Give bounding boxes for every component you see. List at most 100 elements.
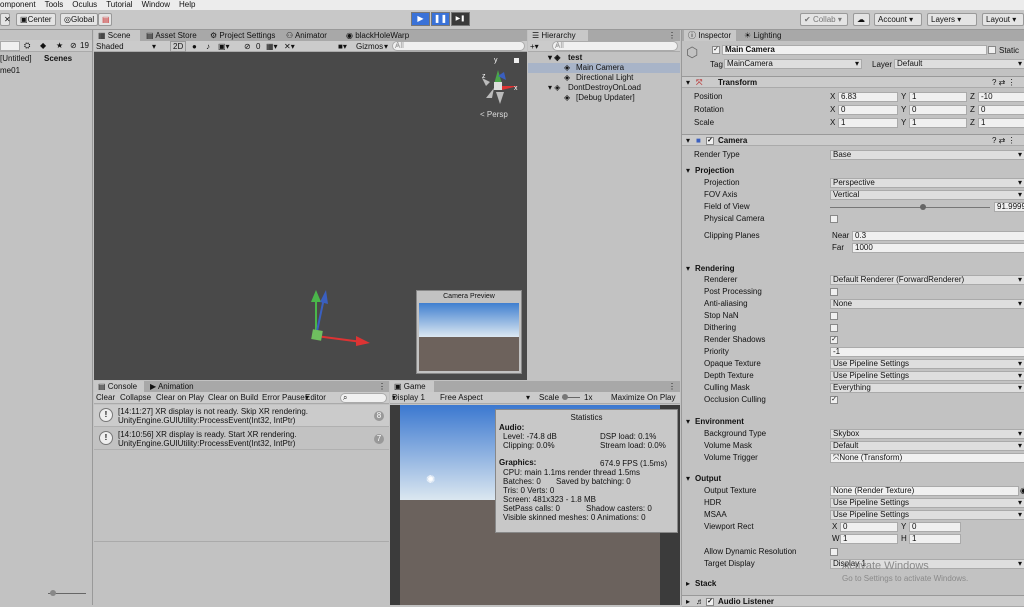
list-item[interactable]: ◈ Main Camera bbox=[528, 63, 680, 73]
camera-enabled-checkbox[interactable]: ✓ bbox=[706, 137, 714, 145]
fov-field[interactable]: 91.9999 bbox=[994, 202, 1024, 212]
audio-listener-header[interactable]: ▸ ♬ ✓ Audio Listener bbox=[682, 595, 1024, 607]
tab-lighting[interactable]: ☀ Lighting bbox=[740, 30, 785, 41]
position-z[interactable]: -10 bbox=[978, 92, 1024, 102]
gizmos-arrow[interactable]: ▾ bbox=[384, 41, 388, 52]
tab-console[interactable]: ▤ Console bbox=[94, 381, 144, 392]
shading-dropdown[interactable]: Shaded bbox=[96, 41, 124, 52]
create-icon[interactable]: ⛭ bbox=[24, 40, 30, 51]
hidden-objects-icon[interactable]: ⊘ bbox=[244, 41, 251, 52]
post-processing-checkbox[interactable] bbox=[830, 288, 838, 296]
game-view[interactable]: ✺ Statistics Audio: Level: -74.8 dB Clip… bbox=[390, 405, 680, 605]
untitled-label[interactable]: [Untitled] bbox=[0, 53, 32, 65]
priority-field[interactable]: -1 bbox=[830, 347, 1024, 357]
aspect-arrow[interactable]: ▾ bbox=[526, 392, 530, 403]
label-icon[interactable]: ◆ bbox=[40, 40, 46, 51]
transform-header[interactable]: ▾ ⤧ Transform? ⇄ ⋮ bbox=[682, 76, 1024, 88]
scale-slider-thumb[interactable] bbox=[562, 394, 568, 400]
pivot-center-button[interactable]: ▣Center bbox=[16, 13, 56, 26]
position-x[interactable]: 6.83 bbox=[838, 92, 898, 102]
rotation-x[interactable]: 0 bbox=[838, 105, 898, 115]
rendering-section[interactable]: ▾ Rendering bbox=[682, 263, 1024, 274]
dithering-checkbox[interactable] bbox=[830, 324, 838, 332]
dynamic-resolution-checkbox[interactable] bbox=[830, 548, 838, 556]
persp-label[interactable]: < Persp bbox=[480, 110, 508, 119]
cloud-icon[interactable]: ☁ bbox=[853, 13, 870, 26]
layer-dropdown[interactable]: Default ▾ bbox=[894, 59, 1024, 69]
audio-icon[interactable]: ♪ bbox=[206, 41, 210, 52]
list-item[interactable]: ◈ Directional Light bbox=[528, 73, 680, 83]
editor-dropdown[interactable]: Editor ▾ bbox=[305, 392, 326, 403]
viewport-w[interactable]: 1 bbox=[840, 534, 898, 544]
culling-mask-dropdown[interactable]: Everything ▾ bbox=[830, 383, 1024, 393]
stack-section[interactable]: ▸ Stack bbox=[682, 578, 1024, 589]
tools-icon[interactable]: ✕ bbox=[0, 13, 11, 26]
aspect-dropdown[interactable]: Free Aspect bbox=[440, 392, 483, 403]
global-button[interactable]: ◎Global bbox=[60, 13, 99, 26]
lock-icon[interactable] bbox=[514, 58, 519, 63]
render-type-dropdown[interactable]: Base ▾ bbox=[830, 150, 1024, 160]
opaque-texture-dropdown[interactable]: Use Pipeline Settings ▾ bbox=[830, 359, 1024, 369]
help-icon[interactable]: ? ⇄ ⋮ bbox=[992, 77, 1016, 88]
menu-window[interactable]: Window bbox=[142, 0, 170, 9]
collab-button[interactable]: ✔ Collab ▾ bbox=[800, 13, 848, 26]
menu-oculus[interactable]: Oculus bbox=[72, 0, 97, 9]
viewport-y[interactable]: 0 bbox=[909, 522, 961, 532]
hierarchy-search-input[interactable]: ⌕ All bbox=[552, 41, 678, 51]
camera-header[interactable]: ▾ ■ ✓ Camera? ⇄ ⋮ bbox=[682, 134, 1024, 146]
gizmos-dropdown[interactable]: Gizmos bbox=[356, 41, 383, 52]
more-icon[interactable]: ⋮ bbox=[378, 381, 386, 392]
clear-on-build-button[interactable]: Clear on Build bbox=[208, 392, 258, 403]
error-pause-button[interactable]: Error Pause bbox=[262, 392, 305, 403]
help-icon[interactable]: ? ⇄ ⋮ bbox=[992, 135, 1016, 146]
console-search-input[interactable]: ⌕ bbox=[340, 393, 387, 403]
hidden-icon[interactable]: ⊘ bbox=[70, 40, 77, 51]
render-shadows-checkbox[interactable]: ✓ bbox=[830, 336, 838, 344]
menu-help[interactable]: Help bbox=[179, 0, 195, 9]
tab-animator[interactable]: ⚇ Animator bbox=[282, 30, 331, 41]
environment-section[interactable]: ▾ Environment bbox=[682, 416, 1024, 427]
project-search-input[interactable] bbox=[0, 41, 20, 51]
projection-section[interactable]: ▾ Projection bbox=[682, 165, 1024, 176]
zoom-slider-thumb[interactable] bbox=[50, 590, 56, 596]
rotation-y[interactable]: 0 bbox=[909, 105, 967, 115]
near-field[interactable]: 0.3 bbox=[852, 231, 1024, 241]
scale-y[interactable]: 1 bbox=[909, 118, 967, 128]
lighting-icon[interactable]: ● bbox=[192, 41, 197, 52]
list-item[interactable]: ▾ ◈ test bbox=[528, 53, 680, 63]
clear-on-play-button[interactable]: Clear on Play bbox=[156, 392, 204, 403]
tag-dropdown[interactable]: MainCamera ▾ bbox=[724, 59, 862, 69]
display-dropdown[interactable]: Display 1 ▾ bbox=[392, 392, 425, 403]
list-item[interactable]: me01 bbox=[0, 65, 92, 77]
scenes-label[interactable]: Scenes bbox=[44, 53, 72, 65]
menu-component[interactable]: omponent bbox=[0, 0, 36, 9]
star-icon[interactable]: ★ bbox=[56, 40, 63, 51]
camera-icon[interactable]: ■▾ bbox=[338, 41, 347, 52]
clear-button[interactable]: Clear bbox=[96, 392, 115, 403]
collapse-button[interactable]: Collapse bbox=[120, 392, 151, 403]
msaa-dropdown[interactable]: Use Pipeline Settings ▾ bbox=[830, 510, 1024, 520]
layout-dropdown[interactable]: Layout ▾ bbox=[982, 13, 1024, 26]
list-item[interactable]: ▾ ◈ DontDestroyOnLoad bbox=[528, 83, 680, 93]
anti-aliasing-dropdown[interactable]: None ▾ bbox=[830, 299, 1024, 309]
scene-search-input[interactable]: ⌕ All bbox=[392, 41, 525, 51]
orientation-gizmo-icon[interactable]: y x z bbox=[482, 57, 518, 104]
renderer-dropdown[interactable]: Default Renderer (ForwardRenderer) ▾ bbox=[830, 275, 1024, 285]
object-name-field[interactable]: Main Camera bbox=[722, 45, 987, 55]
maximize-on-play-button[interactable]: Maximize On Play bbox=[611, 392, 675, 403]
viewport-x[interactable]: 0 bbox=[840, 522, 898, 532]
scale-x[interactable]: 1 bbox=[838, 118, 898, 128]
tab-animation[interactable]: ▶ Animation bbox=[146, 381, 198, 392]
projection-dropdown[interactable]: Perspective ▾ bbox=[830, 178, 1024, 188]
play-button[interactable]: ▶ bbox=[411, 12, 430, 26]
occlusion-culling-checkbox[interactable]: ✓ bbox=[830, 396, 838, 404]
volume-mask-dropdown[interactable]: Default ▾ bbox=[830, 441, 1024, 451]
tab-inspector[interactable]: ⓘ Inspector bbox=[684, 30, 736, 41]
transform-gizmo-icon[interactable] bbox=[311, 290, 370, 346]
position-y[interactable]: 1 bbox=[909, 92, 967, 102]
scene-view[interactable]: y x z < Persp Camera Preview bbox=[94, 52, 527, 380]
background-type-dropdown[interactable]: Skybox ▾ bbox=[830, 429, 1024, 439]
tab-game[interactable]: ▣ Game bbox=[390, 381, 434, 392]
table-row[interactable]: ! [14:10:56] XR display is ready. Start … bbox=[94, 428, 389, 450]
fov-axis-dropdown[interactable]: Vertical ▾ bbox=[830, 190, 1024, 200]
